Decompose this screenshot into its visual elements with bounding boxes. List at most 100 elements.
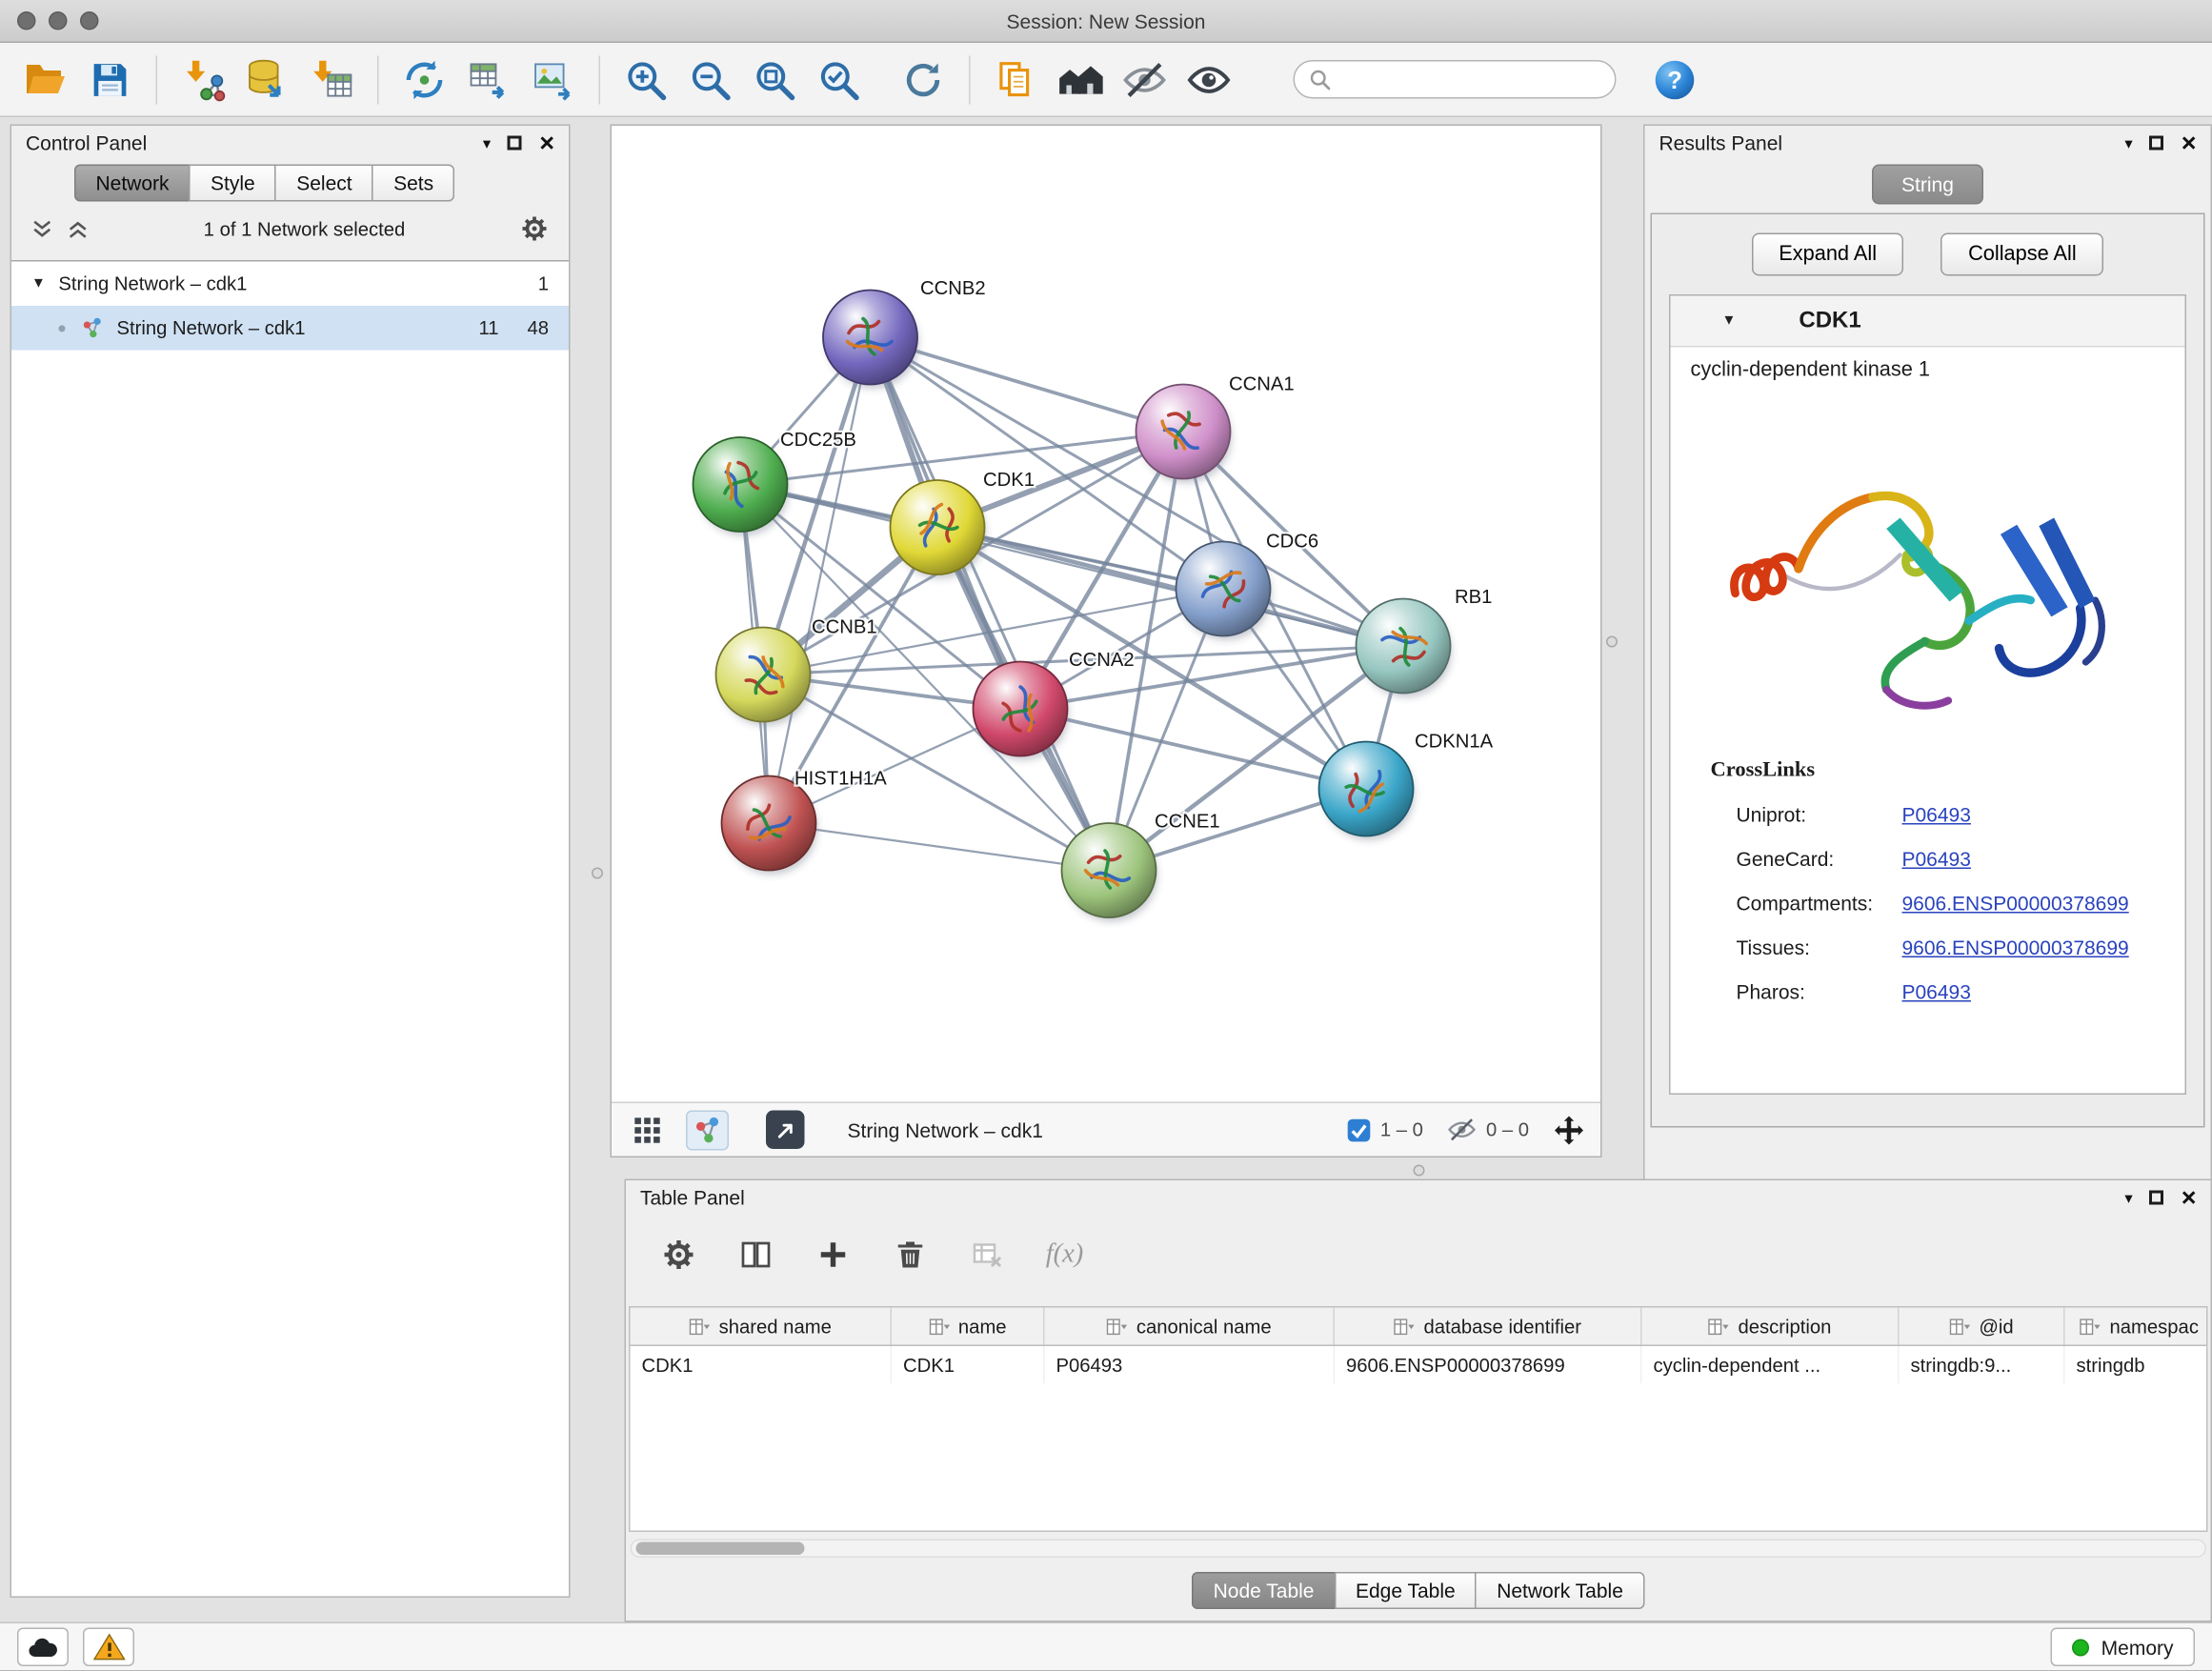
gene-section-header[interactable]: ▼ CDK1 (1671, 296, 2185, 348)
tab-select[interactable]: Select (275, 165, 373, 202)
table-cell[interactable]: stringdb:9... (1900, 1346, 2065, 1383)
zoom-fit-button[interactable] (746, 50, 803, 110)
panel-menu-icon[interactable]: ▾ (483, 133, 491, 152)
import-table-file-button[interactable] (303, 50, 360, 110)
column-header-name[interactable]: name (892, 1308, 1045, 1345)
close-panel-icon[interactable]: × (539, 133, 554, 153)
expand-all-button[interactable]: Expand All (1752, 233, 1904, 276)
tree-expand-icon[interactable]: ▼ (31, 276, 46, 292)
close-window-icon[interactable] (17, 11, 36, 30)
crosslink-value-link[interactable]: 9606.ENSP00000378699 (1902, 936, 2129, 958)
show-columns-button[interactable] (734, 1234, 777, 1277)
section-collapse-icon[interactable]: ▼ (1722, 313, 1737, 330)
minimize-window-icon[interactable] (49, 11, 68, 30)
network-node-RB1[interactable] (1357, 599, 1451, 694)
refresh-view-button[interactable] (895, 50, 952, 110)
network-node-CDC25B[interactable] (694, 437, 788, 532)
network-node-HIST1H1A[interactable] (722, 776, 816, 871)
function-builder-button[interactable]: f(x) (1043, 1234, 1086, 1277)
network-edge-HIST1H1A-CCNE1[interactable] (769, 823, 1109, 871)
zoom-selected-button[interactable] (811, 50, 868, 110)
network-node-CCNB1[interactable] (716, 628, 811, 722)
export-view-button[interactable] (766, 1111, 805, 1150)
table-cell[interactable]: CDK1 (631, 1346, 893, 1383)
column-header--id[interactable]: @id (1900, 1308, 2065, 1345)
column-header-database-identifier[interactable]: database identifier (1335, 1308, 1642, 1345)
help-button[interactable]: ? (1646, 50, 1703, 110)
tab-style[interactable]: Style (190, 165, 277, 202)
warnings-button[interactable] (83, 1628, 134, 1667)
tab-string[interactable]: String (1872, 165, 1984, 205)
splitter-handle[interactable] (1414, 1165, 1425, 1177)
close-panel-icon[interactable]: × (2182, 1188, 2197, 1208)
memory-button[interactable]: Memory (2051, 1628, 2195, 1667)
column-header-description[interactable]: description (1642, 1308, 1900, 1345)
hide-selected-button[interactable] (1116, 50, 1174, 110)
export-table-button[interactable] (460, 50, 517, 110)
panel-menu-icon[interactable]: ▾ (2124, 1188, 2132, 1207)
table-cell[interactable]: 9606.ENSP00000378699 (1335, 1346, 1642, 1383)
crosslink-value-link[interactable]: P06493 (1902, 802, 1971, 825)
crosslink-value-link[interactable]: P06493 (1902, 979, 1971, 1002)
open-session-button[interactable] (17, 50, 74, 110)
expand-all-icon[interactable] (68, 218, 90, 240)
network-collection-row[interactable]: ▼ String Network – cdk1 1 (11, 262, 569, 307)
show-selected-button[interactable] (1180, 50, 1237, 110)
gear-icon[interactable] (520, 214, 549, 243)
delete-table-button[interactable] (966, 1234, 1009, 1277)
collapse-all-icon[interactable] (31, 218, 53, 240)
tab-sets[interactable]: Sets (372, 165, 455, 202)
float-panel-icon[interactable] (508, 136, 522, 151)
table-cell[interactable]: stringdb (2065, 1346, 2208, 1383)
network-edge-CCNB2-CCNA1[interactable] (871, 337, 1184, 432)
float-panel-icon[interactable] (2150, 136, 2164, 151)
export-network-button[interactable] (396, 50, 453, 110)
horizontal-scrollbar[interactable] (631, 1540, 2207, 1559)
cloud-button[interactable] (17, 1628, 69, 1667)
import-network-database-button[interactable] (239, 50, 296, 110)
column-header-canonical-name[interactable]: canonical name (1045, 1308, 1336, 1345)
add-column-button[interactable] (812, 1234, 855, 1277)
search-input[interactable] (1342, 69, 1601, 91)
network-node-CDK1[interactable] (891, 480, 985, 574)
checkbox-icon[interactable] (1346, 1117, 1372, 1142)
birdseye-view-button[interactable] (686, 1110, 729, 1150)
tab-network-table[interactable]: Network Table (1476, 1572, 1645, 1609)
tab-node-table[interactable]: Node Table (1192, 1572, 1336, 1609)
table-cell[interactable]: P06493 (1045, 1346, 1336, 1383)
column-header-namespac[interactable]: namespac (2065, 1308, 2208, 1345)
import-network-file-button[interactable] (174, 50, 231, 110)
splitter-handle[interactable] (1606, 636, 1618, 648)
pan-move-icon[interactable] (1552, 1113, 1586, 1147)
crosslink-value-link[interactable]: P06493 (1902, 847, 1971, 870)
collapse-all-button[interactable]: Collapse All (1941, 233, 2104, 276)
close-panel-icon[interactable]: × (2182, 133, 2197, 153)
network-node-CDKN1A[interactable] (1319, 742, 1414, 836)
network-row[interactable]: ● String Network – cdk1 11 48 (11, 306, 569, 351)
zoom-window-icon[interactable] (80, 11, 99, 30)
table-cell[interactable]: CDK1 (892, 1346, 1045, 1383)
network-edge-CCNB2-CCNE1[interactable] (871, 337, 1110, 871)
network-node-CDC6[interactable] (1176, 542, 1271, 636)
table-cell[interactable]: cyclin-dependent ... (1642, 1346, 1900, 1383)
scrollbar-thumb[interactable] (636, 1542, 805, 1556)
home-view-button[interactable] (1052, 50, 1109, 110)
float-panel-icon[interactable] (2150, 1191, 2164, 1205)
eye-slash-icon[interactable] (1446, 1117, 1478, 1144)
panel-menu-icon[interactable]: ▾ (2124, 133, 2132, 152)
column-header-shared-name[interactable]: shared name (631, 1308, 893, 1345)
search-field[interactable] (1294, 60, 1617, 99)
table-settings-button[interactable] (657, 1234, 700, 1277)
table-row[interactable]: CDK1CDK1P064939606.ENSP00000378699cyclin… (631, 1346, 2207, 1383)
delete-column-button[interactable] (889, 1234, 932, 1277)
network-edge-CCNB2-HIST1H1A[interactable] (769, 337, 871, 823)
zoom-out-button[interactable] (682, 50, 739, 110)
zoom-in-button[interactable] (617, 50, 674, 110)
save-session-button[interactable] (82, 50, 139, 110)
export-image-button[interactable] (525, 50, 582, 110)
grid-view-button[interactable] (626, 1110, 669, 1150)
copy-document-button[interactable] (988, 50, 1045, 110)
crosslink-value-link[interactable]: 9606.ENSP00000378699 (1902, 891, 2129, 914)
network-node-CCNE1[interactable] (1062, 823, 1156, 917)
network-node-CCNA1[interactable] (1136, 385, 1231, 479)
